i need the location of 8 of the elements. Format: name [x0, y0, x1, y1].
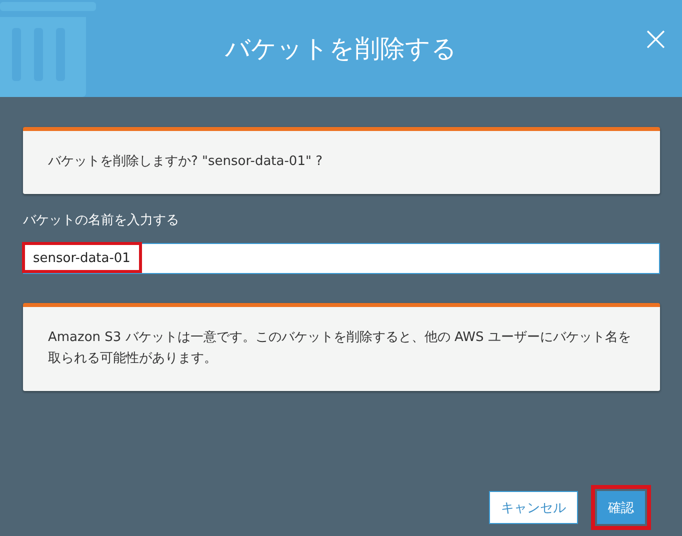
bucket-name-field[interactable]: sensor-data-01 — [23, 243, 660, 274]
message-text: バケットを削除しますか? "sensor-data-01" ? — [48, 153, 324, 171]
close-button[interactable]: × — [638, 22, 674, 56]
confirm-button[interactable]: 確認 — [597, 491, 645, 524]
cancel-button[interactable]: キャンセル — [489, 491, 578, 524]
message-text: Amazon S3 バケットは一意です。このバケットを削除すると、他の AWS ユーザーにバケット名を取られる可能性があります。 — [48, 329, 632, 368]
field-label: バケットの名前を入力する — [23, 212, 180, 229]
dialog-title: バケットを削除する — [225, 33, 457, 65]
